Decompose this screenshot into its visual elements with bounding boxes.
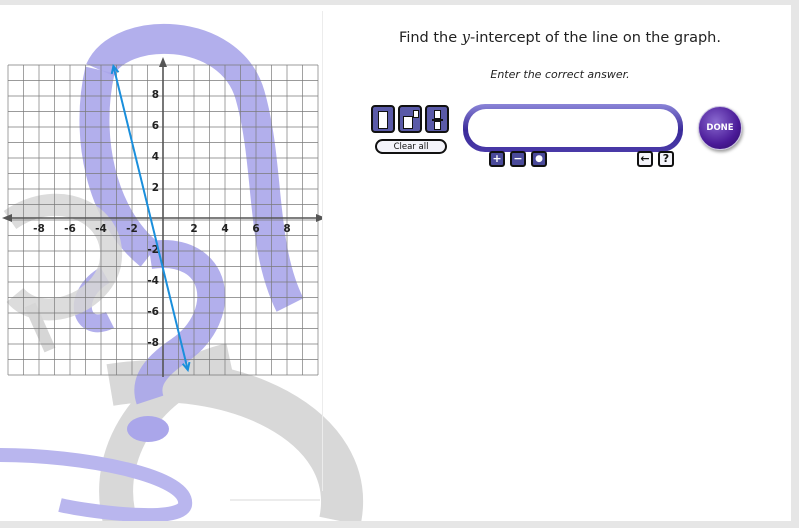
x-tick-label: 8 bbox=[283, 223, 290, 235]
question-variable: y bbox=[461, 30, 470, 46]
y-tick-label: 4 bbox=[152, 151, 159, 163]
minus-button[interactable]: − bbox=[510, 151, 526, 167]
y-tick-label: -4 bbox=[147, 275, 159, 287]
panel-divider bbox=[322, 11, 323, 491]
done-button[interactable]: DONE bbox=[698, 106, 742, 150]
y-tick-label: 2 bbox=[152, 182, 159, 194]
question-frame: -8 -6 -4 -2 2 4 6 8 8 6 4 2 -2 -4 -6 -8 Find the y-int… bbox=[0, 5, 791, 521]
fraction-template-icon[interactable] bbox=[371, 105, 395, 133]
y-axis-tick-labels: 8642-2-4-6-8 bbox=[147, 89, 159, 349]
exponent-template-icon[interactable] bbox=[398, 105, 422, 133]
question-text-prefix: Find the bbox=[399, 30, 462, 46]
x-tick-label: -8 bbox=[33, 223, 45, 235]
x-tick-label: -4 bbox=[95, 223, 107, 235]
y-tick-label: -6 bbox=[147, 306, 159, 318]
decimal-point-button[interactable]: ● bbox=[531, 151, 547, 167]
question-prompt: Find the y-intercept of the line on the … bbox=[340, 30, 780, 46]
answer-input[interactable] bbox=[468, 109, 678, 147]
question-text-suffix: -intercept of the line on the graph. bbox=[469, 30, 721, 46]
answer-box bbox=[463, 104, 683, 152]
clear-all-button[interactable]: Clear all bbox=[375, 139, 447, 154]
mixed-number-template-icon[interactable] bbox=[425, 105, 449, 133]
x-tick-label: 2 bbox=[190, 223, 197, 235]
x-tick-label: -6 bbox=[64, 223, 76, 235]
y-tick-label: 8 bbox=[152, 89, 159, 101]
x-tick-label: 4 bbox=[221, 223, 228, 235]
x-axis-tick-labels: -8 -6 -4 -2 2 4 6 8 bbox=[33, 223, 290, 235]
axes bbox=[2, 57, 322, 377]
coordinate-graph: -8 -6 -4 -2 2 4 6 8 8 6 4 2 -2 -4 -6 -8 bbox=[2, 57, 322, 377]
backspace-button[interactable]: ← bbox=[637, 151, 653, 167]
y-tick-label: 6 bbox=[152, 120, 159, 132]
x-tick-label: -2 bbox=[126, 223, 138, 235]
plus-button[interactable]: + bbox=[489, 151, 505, 167]
x-tick-label: 6 bbox=[252, 223, 259, 235]
help-button[interactable]: ? bbox=[658, 151, 674, 167]
y-tick-label: -8 bbox=[147, 337, 159, 349]
instruction-text: Enter the correct answer. bbox=[490, 68, 630, 81]
